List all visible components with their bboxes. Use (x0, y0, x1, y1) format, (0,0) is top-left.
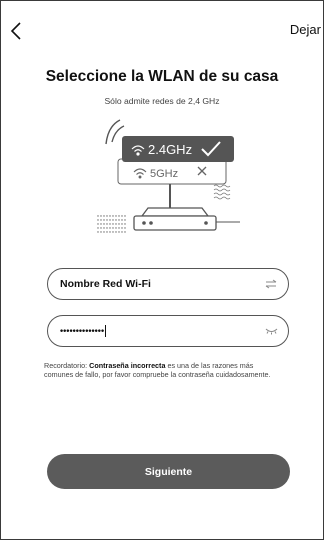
password-field[interactable]: •••••••••••••• (47, 315, 289, 347)
back-button[interactable] (6, 18, 26, 44)
eye-closed-icon[interactable] (264, 324, 278, 338)
chevron-left-icon (10, 22, 21, 40)
page-title: Seleccione la WLAN de su casa (45, 68, 279, 85)
swap-arrows-icon[interactable] (264, 277, 278, 291)
skip-button[interactable]: Dejar (290, 22, 321, 37)
wifi-name-field[interactable]: Nombre Red Wi-Fi (47, 268, 289, 300)
password-value-wrap: •••••••••••••• (60, 325, 264, 337)
password-reminder: Recordatorio: Contraseña incorrecta es u… (44, 361, 276, 379)
password-value: •••••••••••••• (60, 325, 105, 336)
band-24ghz-label: 2.4GHz (148, 142, 192, 157)
wifi-name-value: Nombre Red Wi-Fi (60, 278, 151, 290)
router-icon (133, 207, 217, 231)
dots-decoration (97, 215, 126, 233)
band-5ghz-label: 5GHz (150, 168, 178, 180)
page-subtitle: Sólo admite redes de 2,4 GHz (104, 96, 220, 106)
wifi-signal-icon (105, 119, 125, 145)
waves-decoration (213, 184, 231, 200)
next-button[interactable]: Siguiente (47, 454, 290, 489)
text-cursor (105, 325, 107, 337)
router-illustration: 5GHz 2.4GHz (97, 119, 240, 233)
